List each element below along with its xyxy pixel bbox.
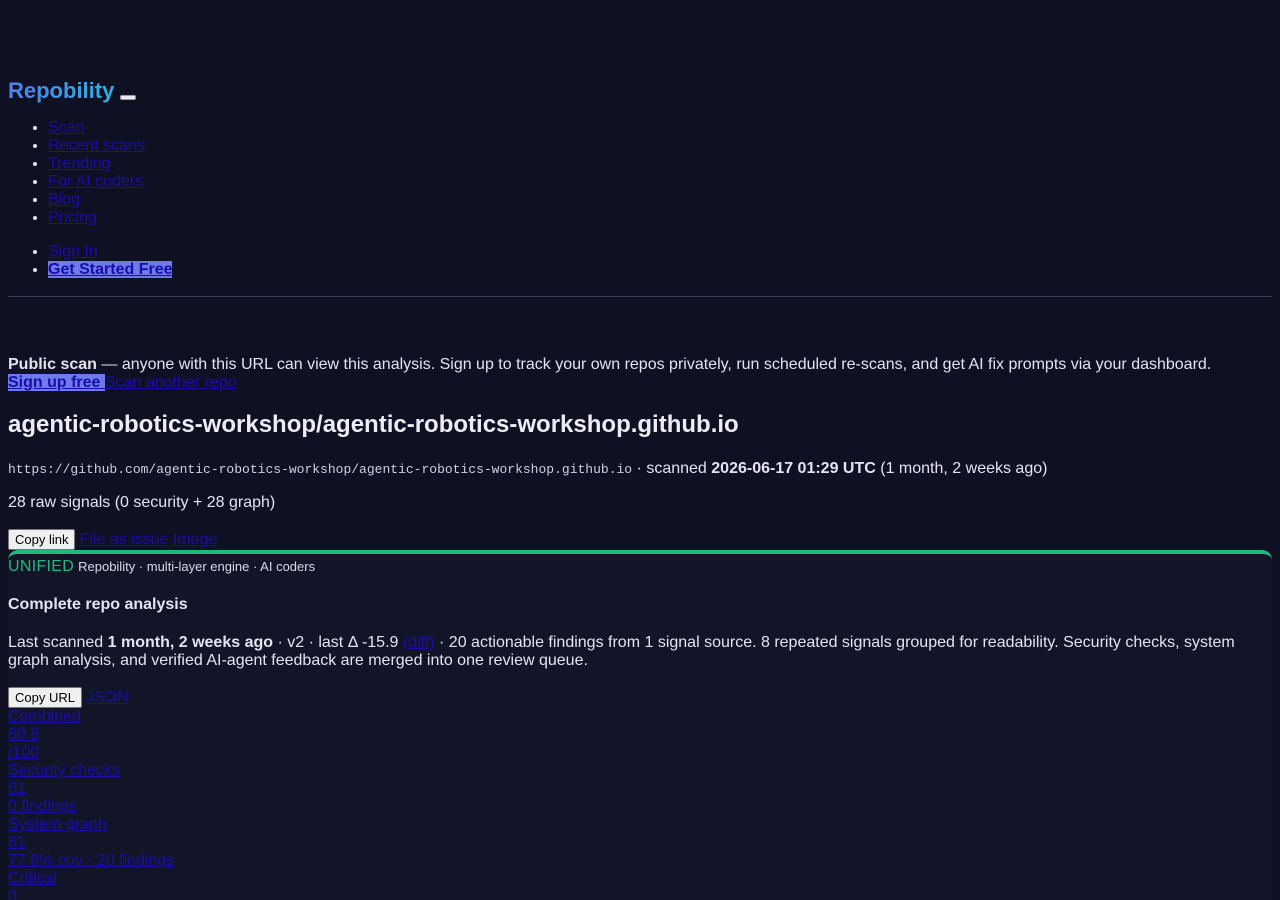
repo-actions: Copy link File as issue Image [8, 529, 217, 550]
sign-in-link[interactable]: Sign In [48, 243, 98, 260]
nav-item-blog: Blog [48, 191, 145, 209]
brand-row: Repobility [8, 77, 137, 105]
sign-up-free-link[interactable]: Sign up free [8, 374, 105, 391]
nav-item-recent-scans: Recent scans [48, 137, 145, 155]
diff-link[interactable]: (diff) [403, 634, 435, 651]
nav-item-pricing: Pricing [48, 209, 145, 227]
nav-item-get-started: Get Started Free [48, 261, 173, 279]
scanned-timestamp: 2026-06-17 01:29 UTC [711, 460, 876, 477]
metric-combined-sub[interactable]: /100 [8, 744, 174, 762]
image-link[interactable]: Image [173, 531, 217, 549]
nav-link-ai-coders[interactable]: For AI coders [48, 173, 143, 190]
metric-critical-label[interactable]: Critical [8, 870, 174, 888]
unified-badge: UNIFIED [8, 558, 75, 575]
json-link[interactable]: JSON [86, 689, 129, 707]
scanned-prefix: · scanned [632, 460, 712, 477]
unified-analysis-card: UNIFIED Repobility · multi-layer engine … [8, 550, 1272, 900]
brand-logo[interactable]: Repobility [8, 78, 114, 104]
nav-item-sign-in: Sign In [48, 243, 172, 261]
copy-link-button[interactable]: Copy link [8, 529, 76, 550]
banner-text: — anyone with this URL can view this ana… [96, 356, 1212, 373]
file-as-issue-link[interactable]: File as issue [79, 531, 168, 549]
metric-security-label[interactable]: Security checks [8, 762, 174, 780]
card-description: Last scanned 1 month, 2 weeks ago · v2 ·… [8, 634, 1258, 670]
metric-combined-value[interactable]: 60.8 [8, 726, 174, 744]
banner-title: Public scan [8, 356, 97, 373]
auth-nav: Sign In Get Started Free [8, 243, 173, 279]
card-header: UNIFIED Repobility · multi-layer engine … [8, 558, 315, 576]
nav-link-recent-scans[interactable]: Recent scans [48, 137, 145, 154]
scanned-ago: (1 month, 2 weeks ago) [875, 460, 1048, 477]
get-started-button[interactable]: Get Started Free [48, 261, 173, 278]
repo-title: agentic-robotics-workshop/agentic-roboti… [8, 411, 739, 438]
nav-item-trending: Trending [48, 155, 145, 173]
metric-critical-value[interactable]: 0 [8, 888, 174, 900]
metric-graph-sub[interactable]: 77.8% cov · 20 findings [8, 852, 174, 870]
nav-link-pricing[interactable]: Pricing [48, 209, 97, 226]
scan-another-repo-link[interactable]: Scan another repo [105, 374, 237, 391]
copy-url-button[interactable]: Copy URL [8, 687, 82, 708]
nav-link-blog[interactable]: Blog [48, 191, 80, 208]
nav-item-ai-coders: For AI coders [48, 173, 145, 191]
metric-security-sub[interactable]: 0 findings [8, 798, 174, 816]
desc-mid: · v2 · last Δ -15.9 [273, 634, 403, 651]
metric-security-value[interactable]: 61 [8, 780, 174, 798]
public-scan-banner: Public scan — anyone with this URL can v… [8, 356, 1272, 392]
card-actions: Copy URL JSON [8, 687, 129, 708]
repo-url: https://github.com/agentic-robotics-work… [8, 462, 633, 477]
metric-combined-label[interactable]: Combined [8, 708, 174, 726]
metrics-list: Combined 60.8 /100 Security checks 61 0 … [8, 708, 174, 900]
raw-signals-count: 28 raw signals (0 security + 28 graph) [8, 494, 276, 511]
card-title: Complete repo analysis [8, 596, 188, 613]
menu-toggle-button[interactable] [120, 94, 137, 100]
nav-link-trending[interactable]: Trending [48, 155, 111, 172]
main-nav: Scan Recent scans Trending For AI coders… [8, 119, 145, 227]
engine-label: Repobility · multi-layer engine · AI cod… [78, 559, 316, 574]
metric-graph-value[interactable]: 61 [8, 834, 174, 852]
desc-prefix: Last scanned [8, 634, 108, 651]
nav-link-scan[interactable]: Scan [48, 119, 84, 136]
metric-graph-label[interactable]: System graph [8, 816, 174, 834]
nav-item-scan: Scan [48, 119, 145, 137]
desc-when: 1 month, 2 weeks ago [107, 634, 274, 651]
header-divider [8, 296, 1272, 297]
scan-meta: https://github.com/agentic-robotics-work… [8, 460, 1047, 479]
